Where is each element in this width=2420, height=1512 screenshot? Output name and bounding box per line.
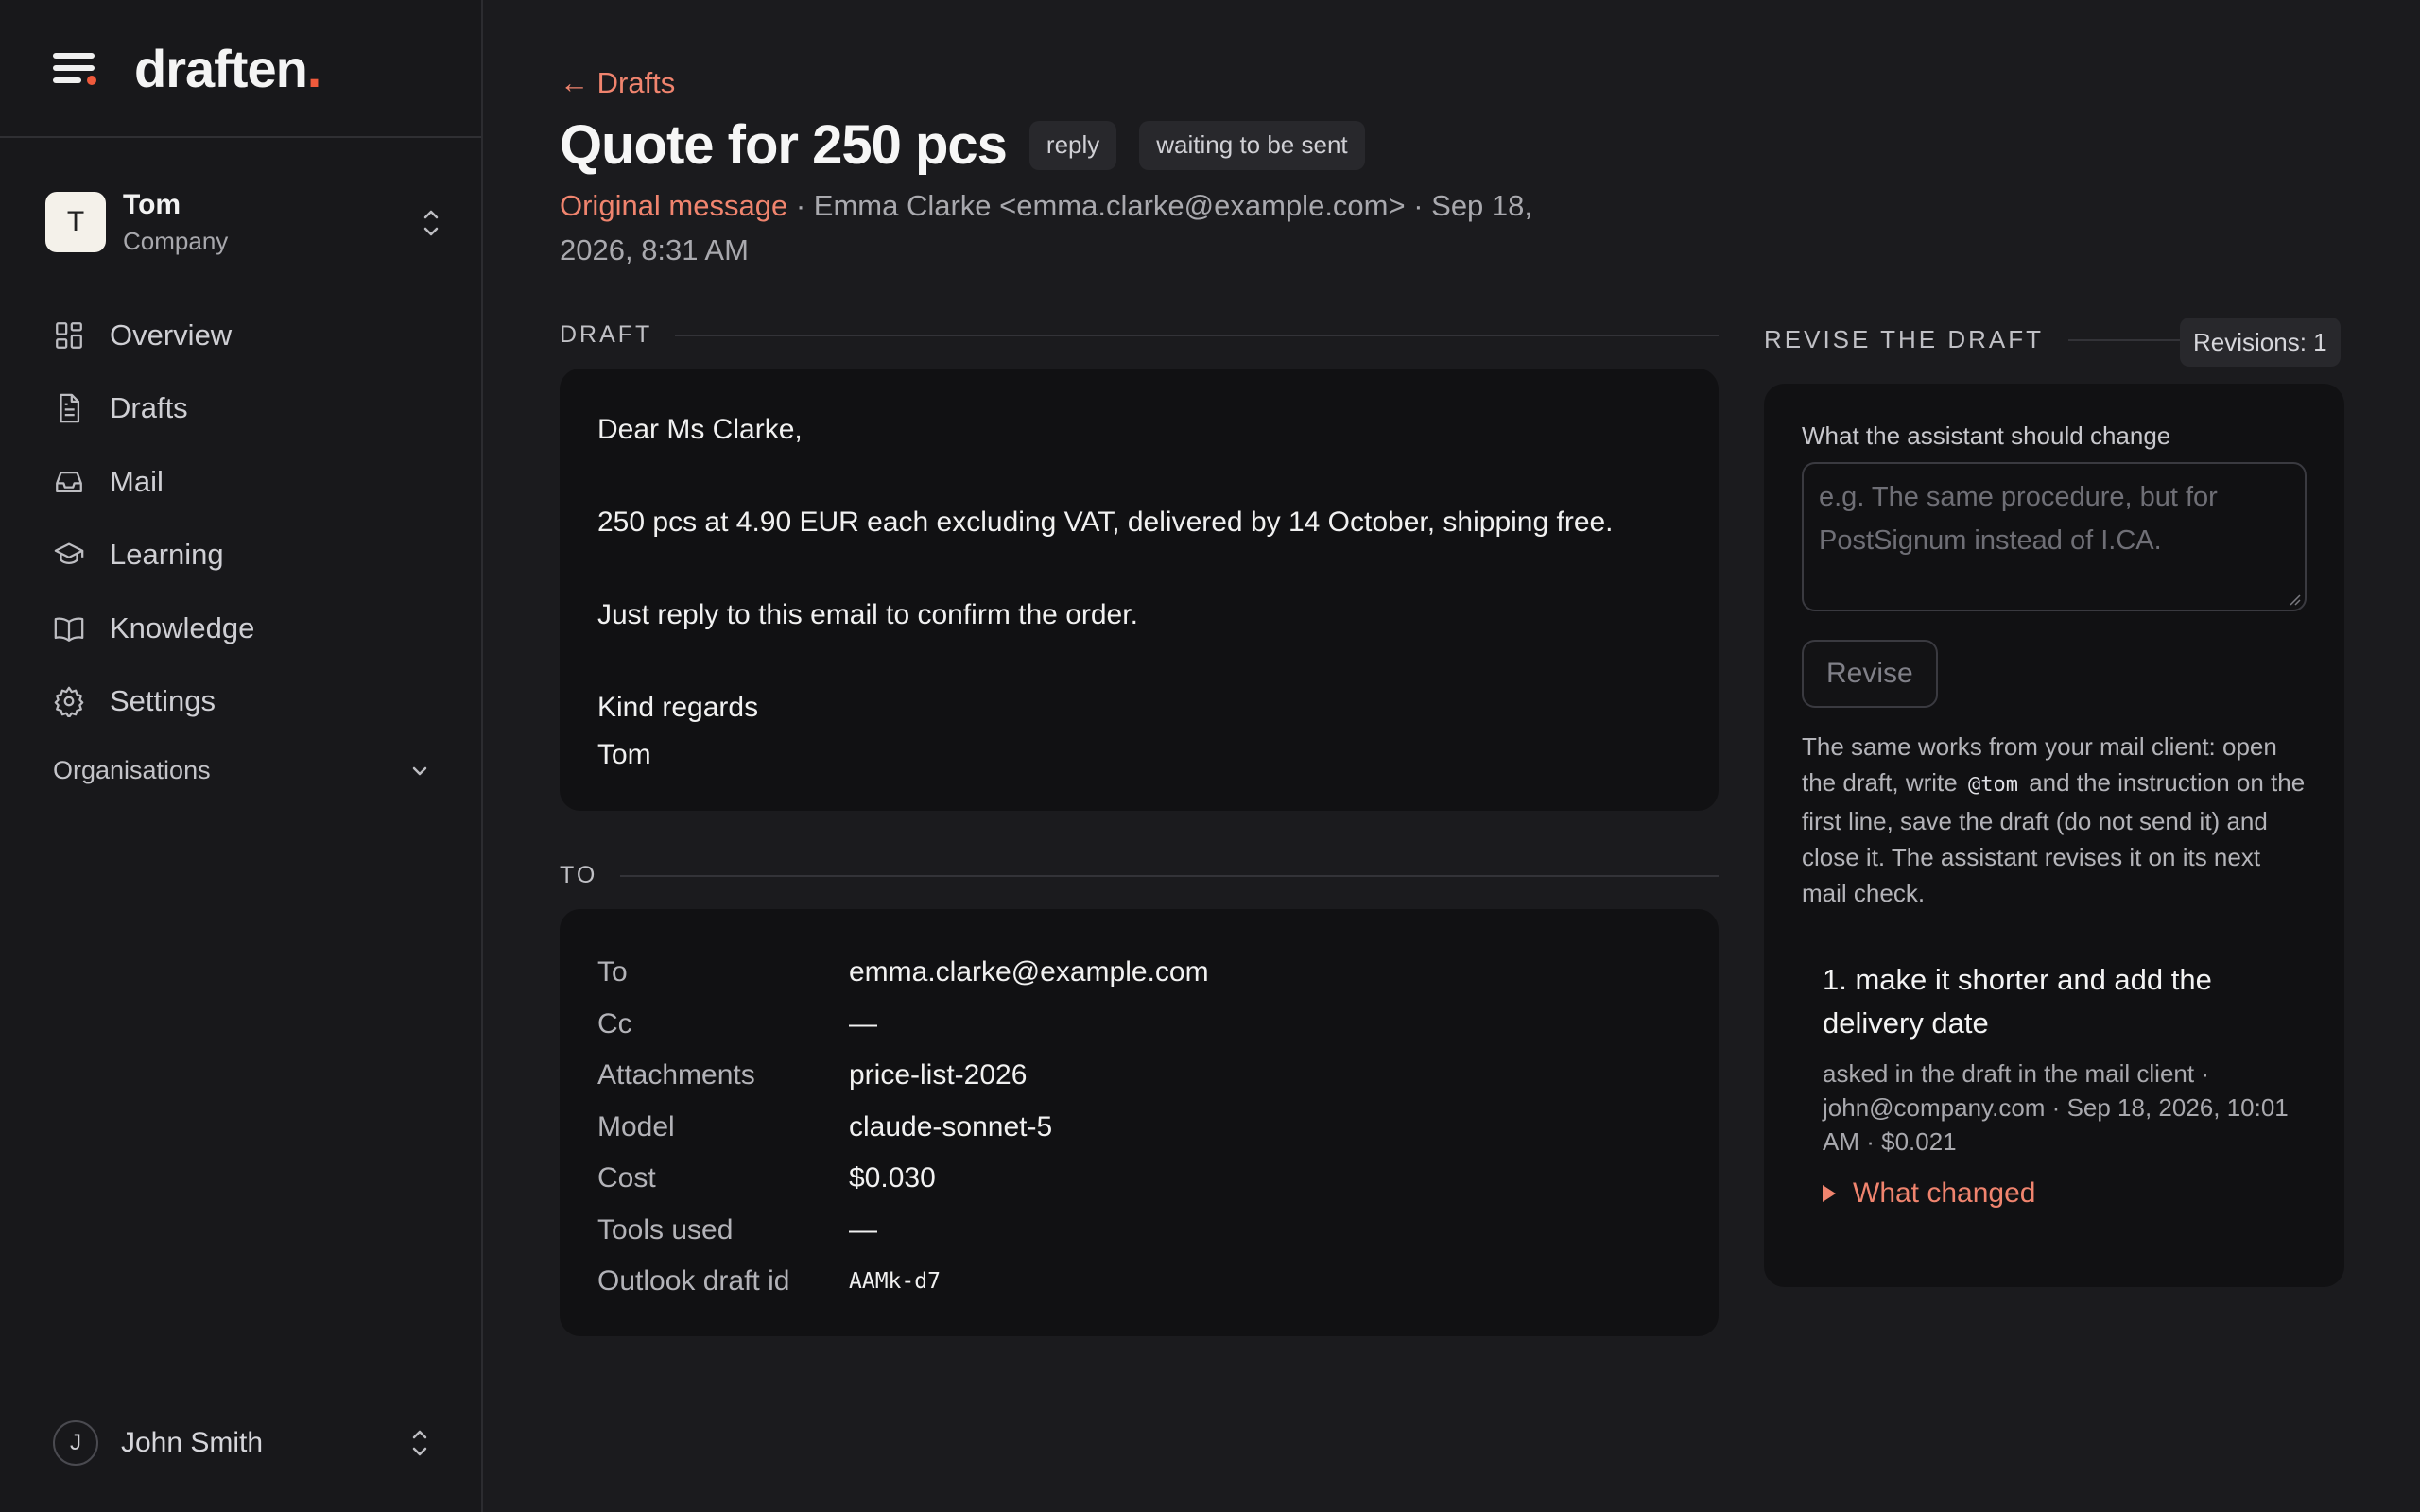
gear-icon	[54, 686, 84, 718]
revision-title: 1. make it shorter and add the delivery …	[1823, 963, 2212, 1040]
revise-help-text: The same works from your mail client: op…	[1802, 732, 2306, 907]
disclosure-triangle-icon	[1823, 1185, 1836, 1202]
revise-placeholder: e.g. The same procedure, but for PostSig…	[1819, 482, 2218, 556]
what-changed-label: What changed	[1853, 1177, 2036, 1209]
grid-icon	[56, 321, 82, 349]
draft-paragraph: Just reply to this email to confirm the …	[597, 599, 1138, 630]
sidebar-item-label: Overview	[110, 318, 233, 352]
sidebar-item-label: Mail	[110, 464, 164, 498]
detail-value: emma.clarke@example.com	[849, 956, 1209, 988]
title-row: Quote for 250 pcs reply waiting to be se…	[560, 113, 1365, 177]
brand-bar: draften.	[0, 0, 481, 138]
detail-value: $0.030	[849, 1162, 936, 1194]
sidebar-item-overview[interactable]: Overview	[53, 299, 450, 372]
document-icon	[60, 393, 80, 423]
menu-icon[interactable]	[53, 49, 96, 87]
inbox-icon	[56, 471, 82, 492]
workspace-switcher[interactable]: T Tom Company	[45, 189, 442, 255]
organisations-label: Organisations	[53, 756, 211, 784]
workspace-avatar: T	[45, 192, 106, 252]
sidebar: draften. T Tom Company Overview Drafts M…	[0, 0, 483, 1512]
detail-value: claude-sonnet-5	[849, 1110, 1053, 1143]
sidebar-item-label: Settings	[110, 684, 216, 718]
user-name: John Smith	[121, 1427, 264, 1458]
detail-value: price-list-2026	[849, 1059, 1028, 1091]
detail-key: To	[597, 956, 628, 988]
avatar: J	[53, 1420, 98, 1466]
workspace-subtitle: Company	[123, 226, 229, 255]
type-badge: reply	[1028, 120, 1117, 170]
sidebar-nav: Overview Drafts Mail Learning Knowledge …	[53, 299, 450, 738]
sidebar-item-settings[interactable]: Settings	[53, 665, 450, 739]
status-badge: waiting to be sent	[1139, 120, 1365, 170]
detail-value: —	[849, 1213, 877, 1246]
graduation-cap-icon	[54, 542, 84, 565]
chevron-up-down-icon	[412, 1430, 427, 1456]
revise-field-label: What the assistant should change	[1802, 421, 2171, 450]
back-to-drafts-link[interactable]: ← Drafts	[560, 66, 675, 100]
sidebar-item-learning[interactable]: Learning	[53, 519, 450, 593]
detail-row: Tools used —	[597, 1205, 1681, 1257]
logo: draften.	[134, 38, 321, 98]
detail-value: —	[849, 1007, 877, 1040]
detail-row: To emma.clarke@example.com	[597, 947, 1681, 999]
sidebar-item-mail[interactable]: Mail	[53, 445, 450, 519]
sidebar-item-label: Learning	[110, 538, 224, 572]
sidebar-item-label: Drafts	[110, 391, 188, 425]
draft-signature: Tom	[597, 739, 651, 770]
draft-paragraph: 250 pcs at 4.90 EUR each excluding VAT, …	[597, 507, 1614, 538]
sidebar-item-knowledge[interactable]: Knowledge	[53, 592, 450, 665]
revision-meta: asked in the draft in the mail client · …	[1823, 1059, 2289, 1156]
detail-row: Model claude-sonnet-5	[597, 1102, 1681, 1154]
sidebar-item-drafts[interactable]: Drafts	[53, 372, 450, 446]
revise-panel: What the assistant should change e.g. Th…	[1764, 384, 2344, 1287]
detail-key: Attachments	[597, 1059, 755, 1091]
detail-key: Model	[597, 1110, 675, 1143]
detail-key: Outlook draft id	[597, 1265, 790, 1297]
recipient-details: To emma.clarke@example.com Cc — Attachment…	[560, 909, 1719, 1336]
chevron-up-down-icon	[424, 210, 439, 236]
chevron-down-icon	[412, 766, 427, 775]
draft-body: Dear Ms Clarke, 250 pcs at 4.90 EUR each…	[560, 369, 1719, 811]
original-message-link[interactable]: Original message	[560, 189, 787, 222]
revise-button[interactable]: Revise	[1802, 640, 1938, 708]
detail-row: Outlook draft id AAMk-d7	[597, 1256, 1681, 1308]
message-meta: Original message · Emma Clarke <emma.cla…	[560, 183, 1590, 272]
detail-key: Tools used	[597, 1213, 734, 1246]
revision-item: 1. make it shorter and add the delivery …	[1802, 958, 2307, 1210]
revisions-count-badge: Revisions: 1	[2180, 318, 2341, 367]
organisations-toggle[interactable]: Organisations	[53, 756, 431, 785]
book-icon	[54, 617, 84, 642]
draft-closing: Kind regards	[597, 692, 759, 723]
detail-row: Attachments price-list-2026	[597, 1050, 1681, 1102]
user-menu[interactable]: J John Smith	[53, 1419, 431, 1467]
resize-handle-icon[interactable]	[2286, 591, 2301, 606]
detail-key: Cost	[597, 1162, 656, 1194]
detail-key: Cc	[597, 1007, 632, 1040]
draft-greeting: Dear Ms Clarke,	[597, 414, 803, 445]
detail-value: AAMk-d7	[849, 1269, 941, 1295]
workspace-name: Tom	[123, 188, 182, 220]
page-title: Quote for 250 pcs	[560, 114, 1008, 176]
detail-row: Cc —	[597, 999, 1681, 1051]
to-section-label: TO	[560, 862, 1719, 889]
mention-code: @tom	[1967, 773, 2018, 797]
detail-row: Cost $0.030	[597, 1153, 1681, 1205]
draft-section-label: DRAFT	[560, 321, 1719, 349]
revise-instruction-input[interactable]: e.g. The same procedure, but for PostSig…	[1802, 462, 2307, 611]
sidebar-item-label: Knowledge	[110, 610, 255, 644]
what-changed-toggle[interactable]: What changed	[1823, 1177, 2307, 1210]
